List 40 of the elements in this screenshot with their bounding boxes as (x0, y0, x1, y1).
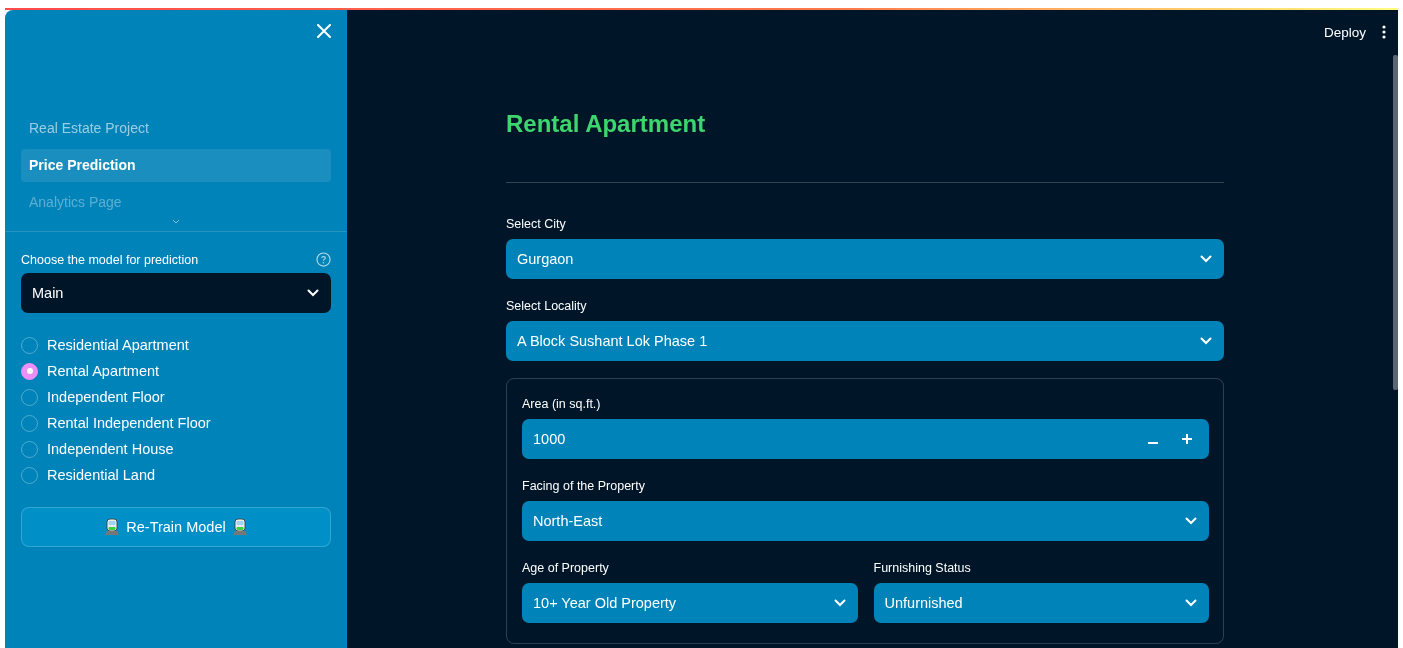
chevron-down-icon (1185, 517, 1197, 525)
chevron-down-icon (1185, 599, 1197, 607)
field-label: Age of Property (522, 561, 610, 575)
select-field[interactable]: A Block Sushant Lok Phase 1 (506, 321, 1224, 361)
field-label: Area (in sq.ft.) (522, 397, 602, 411)
nav-link[interactable]: Real Estate Project (21, 112, 331, 145)
chevron-down-icon[interactable] (172, 219, 180, 224)
radio-label: Residential Land (47, 467, 156, 483)
radio-button[interactable] (21, 362, 38, 380)
nav-link[interactable]: Price Prediction (21, 149, 331, 182)
number-field[interactable]: 1000 (522, 419, 1209, 459)
select-field[interactable]: Main (21, 273, 331, 313)
radio-label: Independent House (47, 441, 174, 457)
field-label: Facing of the Property (522, 479, 646, 493)
radio-label: Independent Floor (47, 389, 165, 405)
scrollbar[interactable] (1393, 55, 1398, 390)
help-icon[interactable] (316, 252, 331, 267)
radio-label: Rental Independent Floor (47, 415, 211, 431)
page-title: Rental Apartment (506, 110, 707, 138)
chevron-down-icon (307, 289, 319, 297)
radio-label: Rental Apartment (47, 363, 160, 379)
field-label: Choose the model for prediction (21, 252, 199, 267)
select-field[interactable]: 10+ Year Old Property (522, 583, 858, 623)
retrain-button[interactable]: Re-Train Model (21, 507, 331, 547)
close-icon[interactable] (317, 24, 331, 38)
field-label: Furnishing Status (873, 561, 972, 575)
number-input[interactable]: 1000 (531, 430, 1131, 448)
chevron-down-icon (833, 599, 846, 607)
more-icon[interactable] (1382, 25, 1386, 39)
select-field[interactable]: Unfurnished (873, 583, 1209, 623)
radio-label: Residential Apartment (47, 337, 189, 353)
field-label: Select City (506, 217, 567, 231)
train-icon (104, 518, 121, 536)
select-field[interactable]: Gurgaon (506, 239, 1224, 279)
chevron-down-icon (1200, 255, 1212, 263)
chevron-down-icon (1200, 337, 1212, 345)
field-label: Select Locality (506, 299, 588, 313)
train-icon (231, 518, 248, 536)
select-field[interactable]: North-East (522, 501, 1209, 541)
deploy-link[interactable]: Deploy (1323, 24, 1366, 40)
